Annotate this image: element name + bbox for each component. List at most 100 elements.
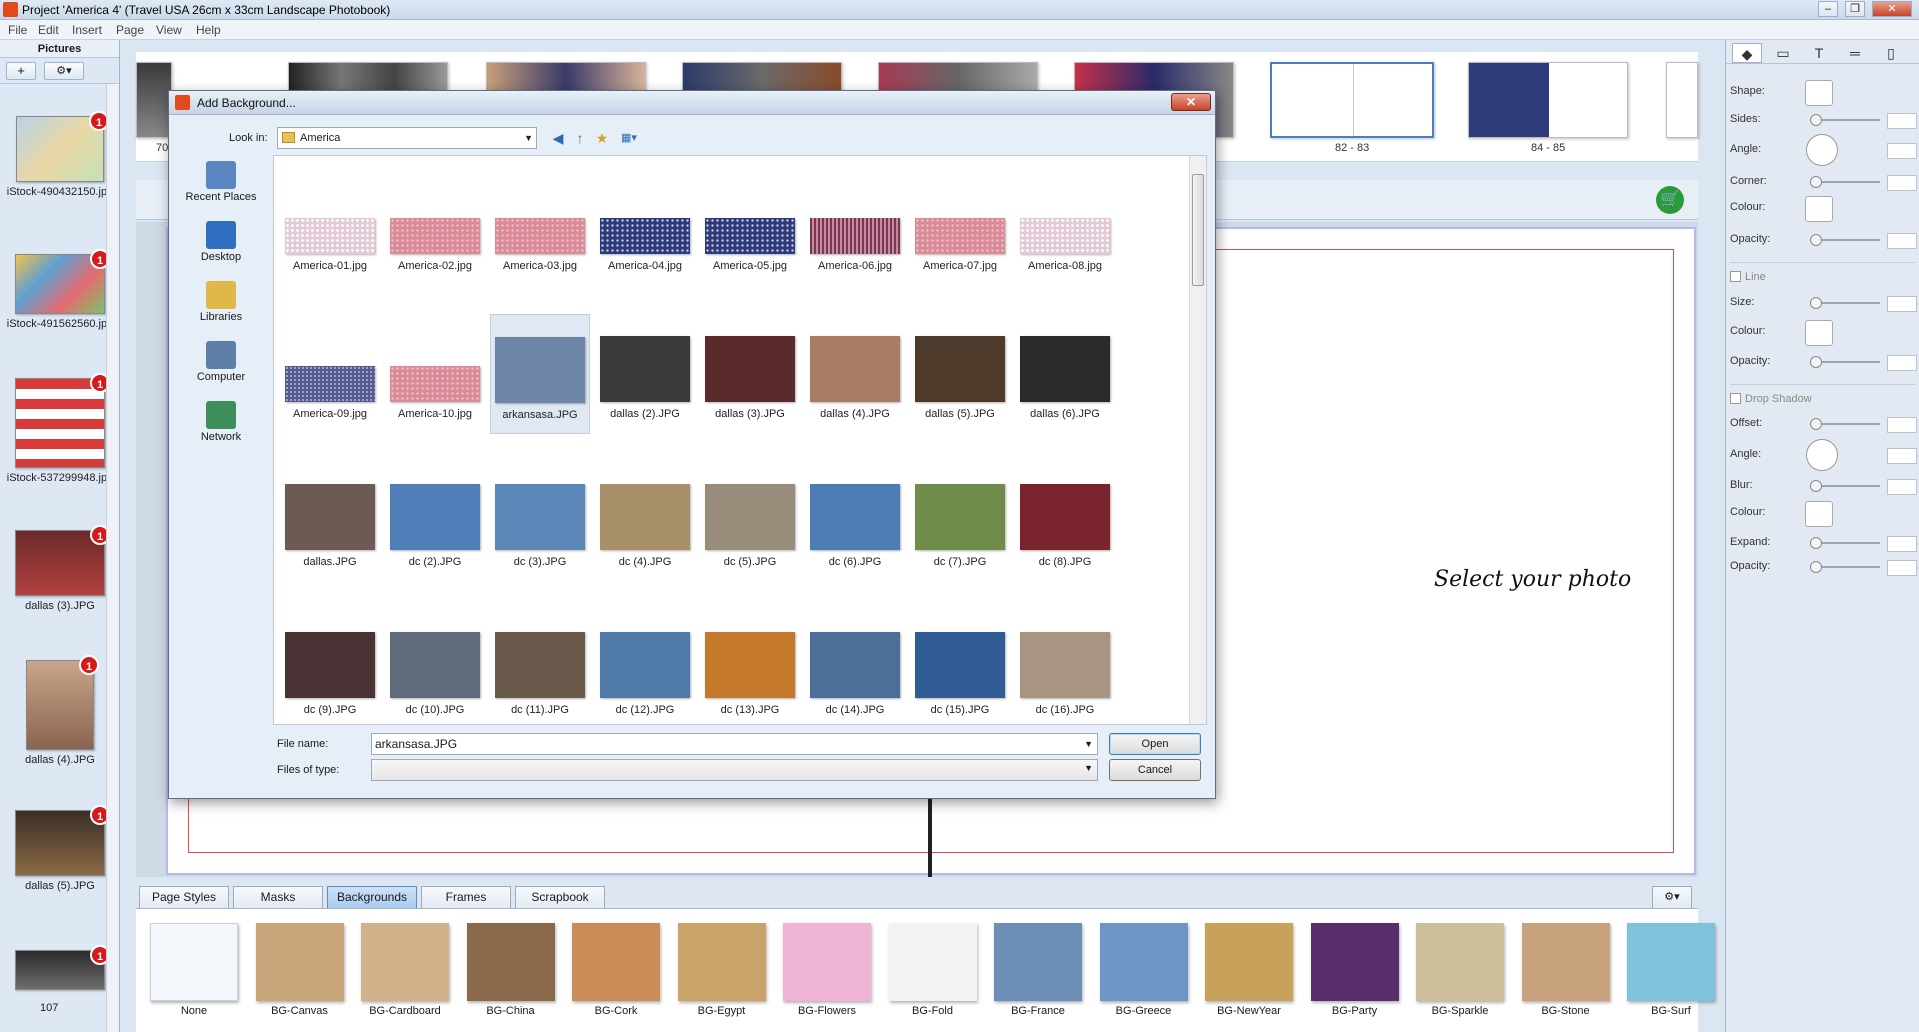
picture-item[interactable]: 1 bbox=[6, 945, 114, 990]
place-desktop[interactable]: Desktop bbox=[175, 221, 267, 263]
file-item[interactable]: dallas (5).JPG bbox=[910, 314, 1010, 434]
file-item[interactable]: dc (4).JPG bbox=[595, 462, 695, 582]
offset-slider-handle[interactable] bbox=[1810, 418, 1822, 430]
shadow-colour-swatch[interactable] bbox=[1805, 501, 1833, 527]
file-item-selected[interactable]: arkansasa.JPG bbox=[490, 314, 590, 434]
menu-insert[interactable]: Insert bbox=[72, 23, 102, 37]
shapes-icon[interactable]: ◆ bbox=[1732, 43, 1762, 63]
background-item[interactable]: BG-Egypt bbox=[676, 923, 768, 1017]
file-item[interactable]: dallas (2).JPG bbox=[595, 314, 695, 434]
background-item[interactable]: BG-Cardboard bbox=[359, 923, 451, 1017]
place-libraries[interactable]: Libraries bbox=[175, 281, 267, 323]
file-item[interactable]: dallas (3).JPG bbox=[700, 314, 800, 434]
shadow-angle-dial[interactable] bbox=[1806, 439, 1838, 471]
menu-edit[interactable]: Edit bbox=[38, 23, 59, 37]
corner-input[interactable] bbox=[1887, 175, 1917, 191]
file-item[interactable]: dallas (6).JPG bbox=[1015, 314, 1115, 434]
tab-masks[interactable]: Masks bbox=[233, 886, 323, 908]
sides-slider-handle[interactable] bbox=[1810, 114, 1822, 126]
drop-shadow-checkbox[interactable] bbox=[1730, 393, 1741, 404]
menu-view[interactable]: View bbox=[156, 23, 182, 37]
expand-input[interactable] bbox=[1887, 536, 1917, 552]
file-item[interactable]: dc (3).JPG bbox=[490, 462, 590, 582]
background-item[interactable]: BG-Flowers bbox=[781, 923, 873, 1017]
tab-backgrounds[interactable]: Backgrounds bbox=[327, 886, 417, 908]
file-item[interactable]: America-04.jpg bbox=[595, 166, 695, 286]
page-icon[interactable]: ▯ bbox=[1876, 43, 1906, 63]
picture-item[interactable]: 1 dallas (4).JPG bbox=[6, 655, 114, 766]
cancel-button[interactable]: Cancel bbox=[1109, 759, 1201, 781]
new-folder-icon[interactable]: ★ bbox=[593, 129, 611, 147]
file-item[interactable]: dc (16).JPG bbox=[1015, 610, 1115, 724]
size-slider-handle[interactable] bbox=[1810, 297, 1822, 309]
chevron-down-icon[interactable]: ▼ bbox=[1084, 734, 1093, 754]
maximize-button[interactable]: ❐ bbox=[1845, 1, 1865, 17]
background-item[interactable]: BG-Surf bbox=[1625, 923, 1717, 1017]
line-checkbox[interactable] bbox=[1730, 271, 1741, 282]
tab-scrapbook[interactable]: Scrapbook bbox=[515, 886, 605, 908]
cart-icon[interactable]: 🛒 bbox=[1656, 186, 1684, 214]
offset-input[interactable] bbox=[1887, 417, 1917, 433]
place-recent-places[interactable]: Recent Places bbox=[175, 161, 267, 203]
background-item[interactable]: BG-Stone bbox=[1520, 923, 1612, 1017]
background-item[interactable]: BG-France bbox=[992, 923, 1084, 1017]
tab-page-styles[interactable]: Page Styles bbox=[139, 886, 229, 908]
shadow-angle-input[interactable] bbox=[1887, 448, 1917, 464]
pictures-scrollbar[interactable] bbox=[106, 84, 119, 1032]
shape-picker[interactable] bbox=[1805, 80, 1833, 106]
file-item[interactable]: America-05.jpg bbox=[700, 166, 800, 286]
file-item[interactable]: dc (13).JPG bbox=[700, 610, 800, 724]
back-icon[interactable]: ◀ bbox=[549, 129, 567, 147]
file-item[interactable]: dc (15).JPG bbox=[910, 610, 1010, 724]
colour-swatch[interactable] bbox=[1805, 196, 1833, 222]
opacity-slider-handle[interactable] bbox=[1810, 234, 1822, 246]
page-thumb[interactable] bbox=[136, 62, 172, 138]
tab-frames[interactable]: Frames bbox=[421, 886, 511, 908]
file-item[interactable]: America-09.jpg bbox=[280, 314, 380, 434]
line-colour-swatch[interactable] bbox=[1805, 320, 1833, 346]
expand-slider-handle[interactable] bbox=[1810, 537, 1822, 549]
open-button[interactable]: Open bbox=[1109, 733, 1201, 755]
place-computer[interactable]: Computer bbox=[175, 341, 267, 383]
place-network[interactable]: Network bbox=[175, 401, 267, 443]
view-menu-icon[interactable]: ▦▾ bbox=[615, 129, 643, 147]
shadow-opacity-slider-handle[interactable] bbox=[1810, 561, 1822, 573]
angle-dial[interactable] bbox=[1806, 134, 1838, 166]
picture-item[interactable]: 1 iStock-491562560.jpg bbox=[6, 249, 114, 330]
photo-placeholder-text[interactable]: Select your photo bbox=[1434, 567, 1631, 592]
menu-file[interactable]: File bbox=[8, 23, 27, 37]
close-window-button[interactable]: ✕ bbox=[1872, 1, 1912, 17]
background-item[interactable]: BG-Cork bbox=[570, 923, 662, 1017]
file-item[interactable]: dc (9).JPG bbox=[280, 610, 380, 724]
background-item[interactable]: None bbox=[148, 923, 240, 1017]
up-folder-icon[interactable]: ↑ bbox=[571, 129, 589, 147]
add-picture-button[interactable]: + bbox=[6, 62, 36, 80]
file-item[interactable]: dc (10).JPG bbox=[385, 610, 485, 724]
line-section[interactable]: Line bbox=[1730, 271, 1766, 283]
background-item[interactable]: BG-Party bbox=[1309, 923, 1401, 1017]
scrollbar-thumb[interactable] bbox=[1192, 174, 1204, 286]
background-item[interactable]: BG-NewYear bbox=[1203, 923, 1295, 1017]
file-item[interactable]: America-08.jpg bbox=[1015, 166, 1115, 286]
picture-item[interactable]: 1 dallas (5).JPG bbox=[6, 805, 114, 892]
page-thumb[interactable] bbox=[1468, 62, 1628, 138]
background-item[interactable]: BG-China bbox=[465, 923, 557, 1017]
file-item[interactable]: dc (6).JPG bbox=[805, 462, 905, 582]
background-item[interactable]: BG-Sparkle bbox=[1414, 923, 1506, 1017]
ruler-icon[interactable]: ═ bbox=[1840, 43, 1870, 63]
corner-slider-handle[interactable] bbox=[1810, 176, 1822, 188]
picture-item[interactable]: 1 iStock-537299948.jpg bbox=[6, 373, 114, 484]
file-item[interactable]: dc (7).JPG bbox=[910, 462, 1010, 582]
menu-help[interactable]: Help bbox=[196, 23, 221, 37]
file-item[interactable]: dc (2).JPG bbox=[385, 462, 485, 582]
file-item[interactable]: America-10.jpg bbox=[385, 314, 485, 434]
angle-input[interactable] bbox=[1887, 143, 1917, 159]
file-item[interactable]: dallas.JPG bbox=[280, 462, 380, 582]
file-item[interactable]: dc (8).JPG bbox=[1015, 462, 1115, 582]
file-item[interactable]: America-02.jpg bbox=[385, 166, 485, 286]
pictures-settings-button[interactable]: ⚙▾ bbox=[44, 62, 84, 80]
minimize-button[interactable]: – bbox=[1818, 1, 1838, 17]
page-thumb[interactable] bbox=[1666, 62, 1698, 138]
file-item[interactable]: America-03.jpg bbox=[490, 166, 590, 286]
look-in-select[interactable]: America ▼ bbox=[277, 127, 537, 149]
